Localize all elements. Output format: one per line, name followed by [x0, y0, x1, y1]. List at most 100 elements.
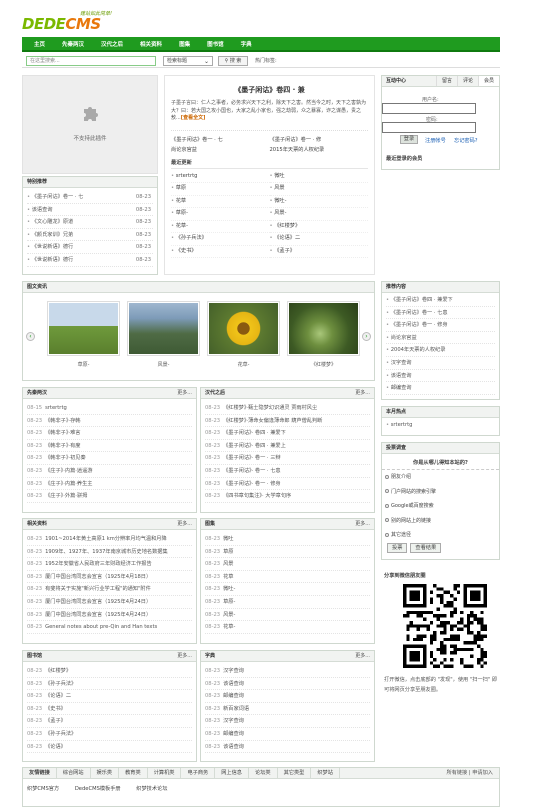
- list-item[interactable]: 08-23 《墨子闲诂》· 卷四 · 兼爱上: [205, 440, 370, 453]
- more-link[interactable]: 更多...: [177, 519, 192, 529]
- search-button[interactable]: ⚲ 搜 索: [218, 56, 248, 66]
- list-item[interactable]: 08-23 厦门中国台湾同志会宣言（1925年4月24日）: [27, 609, 192, 622]
- radio-button[interactable]: [385, 489, 389, 493]
- list-item[interactable]: 2004年天票的人权纪录: [386, 344, 495, 357]
- list-item[interactable]: 08-23 《韩非子》·初见秦: [27, 452, 192, 465]
- view-results-button[interactable]: 查看结果: [410, 542, 442, 553]
- list-item[interactable]: 汉字查询: [386, 357, 495, 370]
- list-item[interactable]: 微吐-: [269, 196, 368, 208]
- list-item[interactable]: 08-23 《论语》二: [27, 690, 192, 703]
- list-item[interactable]: 《墨子闲诂》卷一 · 七患: [386, 307, 495, 320]
- list-item[interactable]: 08-23 草原: [205, 546, 370, 559]
- list-item[interactable]: 08-23 《孟子》: [27, 715, 192, 728]
- friend-link[interactable]: 织梦技术论坛: [136, 786, 167, 792]
- read-more-link[interactable]: [查看全文]: [181, 115, 206, 121]
- list-item[interactable]: 08-23 1909年、1927年、1937年南京城市历史地名数据集: [27, 546, 192, 559]
- list-item[interactable]: 草原: [171, 183, 270, 196]
- list-item[interactable]: 微吐: [269, 171, 368, 183]
- list-item[interactable]: 08-23 《红楼梦》·甄士隐梦幻识通灵 贾雨村风尘: [205, 402, 370, 415]
- list-item[interactable]: 该语查询: [386, 370, 495, 383]
- list-item[interactable]: 《论语》二: [269, 233, 368, 246]
- link-category[interactable]: 教育类: [119, 768, 148, 778]
- list-item[interactable]: 08-23 《红楼梦》: [27, 665, 192, 678]
- list-item[interactable]: 《红楼梦》: [269, 221, 368, 233]
- more-link[interactable]: 更多...: [355, 388, 370, 398]
- list-item[interactable]: 08-23 《孙子兵法》: [27, 678, 192, 691]
- list-item[interactable]: 08-23 厦门中国台湾同志会宣言（1925年4月18日）: [27, 571, 192, 584]
- more-link[interactable]: 更多...: [177, 651, 192, 661]
- list-item[interactable]: 08-23 邮编查询: [205, 728, 370, 741]
- list-item[interactable]: 《世说新语》德行08-23: [27, 254, 153, 267]
- nav-item-pre-qin[interactable]: 先秦两汉: [62, 40, 84, 48]
- list-item[interactable]: 《孟子》: [269, 246, 368, 258]
- list-item[interactable]: 《世说新语》德行08-23: [27, 241, 153, 254]
- poll-option[interactable]: 别的网站上的链接: [382, 514, 499, 529]
- friend-link[interactable]: 织梦CMS官方: [27, 786, 59, 792]
- list-item[interactable]: 《孙子兵法》: [171, 233, 270, 246]
- list-item[interactable]: 08-23 微吐-: [205, 583, 370, 596]
- link-category[interactable]: 论坛类: [249, 768, 278, 778]
- list-item[interactable]: 《史书》: [171, 246, 270, 258]
- prev-arrow-icon[interactable]: ‹: [26, 332, 35, 341]
- list-item[interactable]: 08-23 有斐将关于实施"新兴行业学工程"的通知"附件: [27, 583, 192, 596]
- list-item[interactable]: 08-23 花草-: [205, 621, 370, 634]
- list-item[interactable]: 08-23 新百家词语: [205, 703, 370, 716]
- link-category[interactable]: 网上信息: [215, 768, 249, 778]
- list-item[interactable]: 花草: [171, 196, 270, 208]
- list-item[interactable]: srtertrtg: [171, 171, 270, 183]
- list-item[interactable]: 08-15 srtertrtg: [27, 402, 192, 415]
- register-link[interactable]: 注册帐号: [425, 137, 446, 144]
- list-item[interactable]: 08-23 《四书章句集注》· 大学章句序: [205, 490, 370, 503]
- list-item[interactable]: 《墨子闲诂》卷一 · 七: [171, 135, 270, 145]
- link-category[interactable]: 其它类型: [278, 768, 312, 778]
- nav-item-dictionary[interactable]: 字典: [241, 40, 252, 48]
- list-item[interactable]: 08-23 该语查询: [205, 678, 370, 691]
- list-item[interactable]: 08-23 《庄子》·内篇·养生主: [27, 478, 192, 491]
- radio-button[interactable]: [385, 474, 389, 479]
- poll-option[interactable]: 门户网站的搜索引擎: [382, 485, 499, 500]
- next-arrow-icon[interactable]: ›: [362, 332, 371, 341]
- link-category[interactable]: 综合网站: [57, 768, 91, 778]
- radio-button[interactable]: [385, 518, 389, 522]
- friend-link[interactable]: DedeCMS模板手册: [75, 786, 121, 792]
- list-item[interactable]: 尚论京官益: [386, 332, 495, 345]
- list-item[interactable]: 08-23 风景-: [205, 609, 370, 622]
- picture-item[interactable]: 草原-: [47, 301, 120, 368]
- nav-item-home[interactable]: 主页: [34, 40, 45, 48]
- vote-button[interactable]: 投票: [387, 542, 408, 553]
- featured-title[interactable]: 《墨子闲诂》卷四 · 兼: [165, 85, 374, 95]
- poll-option[interactable]: 其它途径: [382, 528, 499, 543]
- radio-button[interactable]: [385, 532, 389, 537]
- forgot-password-link[interactable]: 忘记密码?: [454, 137, 478, 144]
- link-category[interactable]: 织梦站: [311, 768, 340, 778]
- list-item[interactable]: 08-23 《韩非子》·有度: [27, 440, 192, 453]
- nav-item-gallery[interactable]: 图集: [179, 40, 190, 48]
- list-item[interactable]: 08-23 1901~2014年黄土高原1 km分辨率月均气温和月降: [27, 533, 192, 546]
- list-item[interactable]: 邮编查询: [386, 382, 495, 395]
- link-category[interactable]: 电子商务: [181, 768, 216, 778]
- list-item[interactable]: 08-23 《孙子兵法》: [27, 728, 192, 741]
- list-item[interactable]: 08-23 风景: [205, 558, 370, 571]
- list-item[interactable]: 08-23 《墨子闲诂》· 卷四 · 兼爱下: [205, 427, 370, 440]
- more-link[interactable]: 更多...: [355, 651, 370, 661]
- all-links-apply[interactable]: 所有链接 | 申请加入: [440, 768, 499, 778]
- list-item[interactable]: 尚论京官益: [171, 145, 270, 155]
- list-item[interactable]: 08-23 《韩非子》·存韩: [27, 415, 192, 428]
- list-item[interactable]: 该语查询08-23: [27, 204, 153, 217]
- nav-item-post-han[interactable]: 汉代之后: [101, 40, 123, 48]
- list-item[interactable]: 08-23 《红楼梦》·薄命女偏逢薄命郎 葫芦僧乱判断: [205, 415, 370, 428]
- list-item[interactable]: 08-23 《墨子闲诂》· 卷一 · 修身: [205, 478, 370, 491]
- list-item[interactable]: 《墨子闲诂》卷四 · 兼爱下: [386, 294, 495, 307]
- poll-option[interactable]: Google或百度搜索: [382, 499, 499, 514]
- site-logo[interactable]: DEDECMS 建站如此简单!: [22, 9, 132, 35]
- list-item[interactable]: 08-23 厦门中国台湾同志会宣言（1925年4月24日）: [27, 596, 192, 609]
- list-item[interactable]: 08-23 《墨子闲诂》· 卷一 · 三辩: [205, 452, 370, 465]
- link-category[interactable]: 计算机类: [148, 768, 182, 778]
- list-item[interactable]: 2015年天票的人权纪录: [270, 145, 369, 155]
- nav-item-library[interactable]: 图书馆: [207, 40, 224, 48]
- picture-item[interactable]: 风景-: [127, 301, 200, 368]
- picture-item[interactable]: 《红楼梦》: [287, 301, 360, 368]
- list-item[interactable]: 08-23 汉字查询: [205, 715, 370, 728]
- list-item[interactable]: 08-23 汉字查询: [205, 665, 370, 678]
- list-item[interactable]: 花草-: [171, 221, 270, 233]
